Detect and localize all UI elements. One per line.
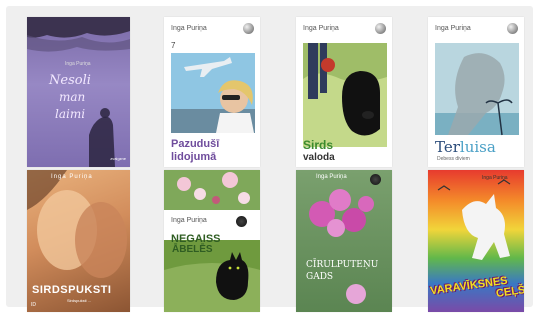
book-cover-sirdspuksti[interactable]: Inga Puriņa SIRDSPUKSTI Sirdspuksti ... … [27,170,130,312]
cover-art [309,189,374,304]
book-author: Inga Puriņa [316,174,347,180]
book-cover-terluisa[interactable]: Inga Puriņa Terluisa Debess diviem [428,17,524,167]
book-subtitle: Debess diviem [437,156,470,162]
book-title-line-1: Sirds [303,138,334,152]
publisher-logo: ID [31,302,36,308]
book-author: Inga Puriņa [482,175,508,181]
publisher-logo: zvaigzne [110,156,126,161]
book-author: Inga Puriņa [51,174,93,180]
book-author: Inga Puriņa [65,61,91,67]
book-subtitle: Sirdspuksti ... [67,298,92,303]
book-title: SIRDSPUKSTI [32,284,112,296]
book-title-line-1: CĪRULPUTEŅU [306,260,379,270]
book-title-line-1: Nesoli [49,73,91,88]
book-cover-pazudusi-lidojuma[interactable]: Inga Puriņa 7 Pazudušī lidojumā [164,17,260,167]
book-title-line-3: laimi [55,107,86,121]
book-cover-cirulputenu-gads[interactable]: Inga Puriņa CĪRULPUTEŅU GADS [296,170,392,312]
book-title: Terluisa [435,138,496,156]
book-title-part-2: luisa [459,138,496,156]
publisher-seal-icon [370,174,381,185]
book-cover-sirds-valoda[interactable]: Inga Puriņa Sirds valoda [296,17,392,167]
book-title-line-1: Pazudušī [171,138,220,150]
publisher-seal-icon [236,216,247,227]
book-cover-varaviksnes-cels[interactable]: Inga Puriņa VARAVĪKSNES CEĻŠ [428,170,524,312]
book-title-part-1: Ter [435,138,460,156]
book-cover-nesoli-man-laimi[interactable]: Inga Puriņa Nesoli man laimi zvaigzne [27,17,130,167]
book-title-line-2: ĀBELĒS [172,244,213,255]
book-title-line-2: GADS [306,272,334,282]
book-cover-negaiss-abeles[interactable]: Inga Puriņa NEGAISS ĀBELĒS [164,170,260,312]
book-title-line-2: valoda [303,152,335,163]
book-author: Inga Puriņa [171,217,207,224]
book-title-line-2: lidojumā [171,151,217,163]
book-title-line-2: man [59,90,86,104]
